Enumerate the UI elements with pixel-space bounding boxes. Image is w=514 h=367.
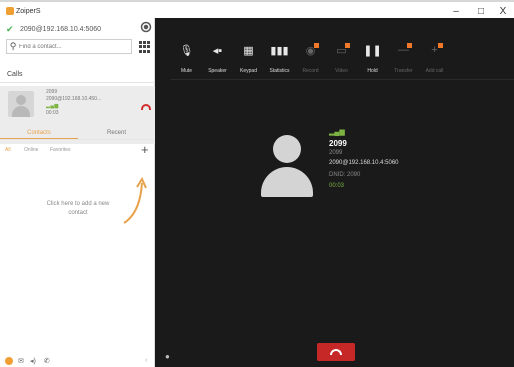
hold-button[interactable]: ❚❚ Hold	[357, 40, 388, 80]
account-address: 2090@192.168.10.4:5060	[20, 25, 102, 33]
left-panel: ✔ 2090@192.168.10.4:5060 ⚲ Calls 2099 20…	[0, 18, 155, 367]
call-timer: 00:03	[329, 183, 345, 189]
caller-avatar	[260, 135, 314, 197]
tool-label: Speaker	[208, 68, 227, 74]
tab-contacts[interactable]: Contacts	[0, 126, 78, 139]
tool-label: Add call	[425, 68, 444, 74]
contact-tabs: Contacts Recent	[0, 126, 155, 140]
tool-label: Transfer	[394, 68, 413, 74]
gear-icon[interactable]	[142, 23, 150, 31]
statistics-icon: ▮▮▮	[270, 45, 289, 57]
record-icon: ◉	[305, 45, 316, 57]
call-address: 2090@192.168.10.450...	[46, 96, 102, 102]
caller-number: 2099	[329, 150, 343, 156]
filter-favorites[interactable]: Favorites	[50, 147, 71, 153]
caller-name: 2099	[329, 139, 347, 148]
close-button[interactable]: X	[497, 6, 509, 18]
video-icon: ▭	[336, 45, 347, 57]
title-bar: ZoiperS – □ X	[0, 0, 514, 18]
account-status[interactable]: ✔ 2090@192.168.10.4:5060	[6, 23, 101, 35]
message-icon[interactable]: ✉	[18, 357, 24, 365]
signal-icon: ▂▄▆	[46, 103, 59, 109]
avatar	[8, 91, 34, 117]
calls-header: Calls	[0, 71, 155, 83]
add-contact-hint[interactable]: Click here to add a new contact	[43, 200, 113, 218]
keypad-icon: ▦	[243, 45, 254, 57]
call-toolbar: 🎙︎ Mute ◂▪ Speaker ▦ Keypad ▮▮▮ Statisti…	[171, 40, 514, 80]
call-duration: 00:03	[46, 110, 59, 116]
add-call-button[interactable]: + Add call	[419, 40, 450, 80]
badge-icon	[438, 43, 443, 48]
call-name: 2099	[46, 89, 58, 95]
video-button[interactable]: ▭ Video	[326, 40, 357, 80]
maximize-button[interactable]: □	[475, 6, 487, 18]
tool-label: Hold	[367, 68, 378, 74]
bottom-bar: ✉ ◂) ✆ ‹	[0, 354, 155, 367]
badge-icon	[345, 43, 350, 48]
search-box[interactable]: ⚲	[6, 39, 132, 54]
search-input[interactable]	[19, 43, 129, 50]
app-logo-icon	[6, 7, 14, 15]
search-icon: ⚲	[9, 41, 17, 51]
hangup-button[interactable]	[317, 343, 355, 361]
keypad-button[interactable]: ▦ Keypad	[233, 40, 264, 80]
statistics-button[interactable]: ▮▮▮ Statistics	[264, 40, 295, 80]
tool-label: Mute	[180, 68, 193, 74]
phone-icon[interactable]: ✆	[44, 357, 50, 365]
record-button[interactable]: ◉ Record	[295, 40, 326, 80]
transfer-icon: —	[398, 44, 409, 56]
dnid: DNID: 2090	[329, 172, 361, 178]
badge-icon	[314, 43, 319, 48]
tool-label: Record	[302, 68, 319, 74]
collapse-icon[interactable]: ‹	[145, 357, 147, 364]
volume-icon[interactable]: ◂)	[30, 357, 36, 365]
app-title: ZoiperS	[16, 8, 41, 15]
add-call-icon: +	[431, 44, 438, 56]
speaker-button[interactable]: ◂▪ Speaker	[202, 40, 233, 80]
check-icon: ✔	[6, 24, 14, 34]
microphone-icon: 🎙︎	[179, 45, 194, 57]
hangup-icon	[330, 349, 342, 355]
tab-recent[interactable]: Recent	[78, 126, 155, 139]
dialpad-icon[interactable]	[139, 41, 151, 53]
signal-icon: ▂▄▆	[329, 129, 345, 136]
hangup-icon[interactable]	[141, 104, 151, 110]
chat-icon[interactable]: ●	[165, 352, 170, 361]
pause-icon: ❚❚	[363, 45, 382, 57]
badge-icon	[407, 43, 412, 48]
filter-all[interactable]: All	[5, 147, 11, 153]
filter-row: All Online Favorites +	[0, 143, 155, 157]
caller-address: 2090@192.168.10.4:5060	[329, 160, 399, 166]
tool-label: Video	[335, 68, 348, 74]
call-panel: 🎙︎ Mute ◂▪ Speaker ▦ Keypad ▮▮▮ Statisti…	[155, 18, 514, 367]
minimize-button[interactable]: –	[450, 6, 462, 18]
filter-online[interactable]: Online	[24, 147, 38, 153]
arrow-hint-icon	[123, 176, 147, 224]
transfer-button[interactable]: — Transfer	[388, 40, 419, 80]
mute-button[interactable]: 🎙︎ Mute	[171, 40, 202, 80]
speaker-icon: ◂▪	[212, 45, 223, 57]
tool-label: Statistics	[269, 68, 290, 74]
tool-label: Keypad	[240, 68, 257, 74]
add-contact-button[interactable]: +	[141, 143, 149, 157]
toolbar-divider	[171, 79, 514, 80]
presence-icon[interactable]	[5, 357, 13, 365]
